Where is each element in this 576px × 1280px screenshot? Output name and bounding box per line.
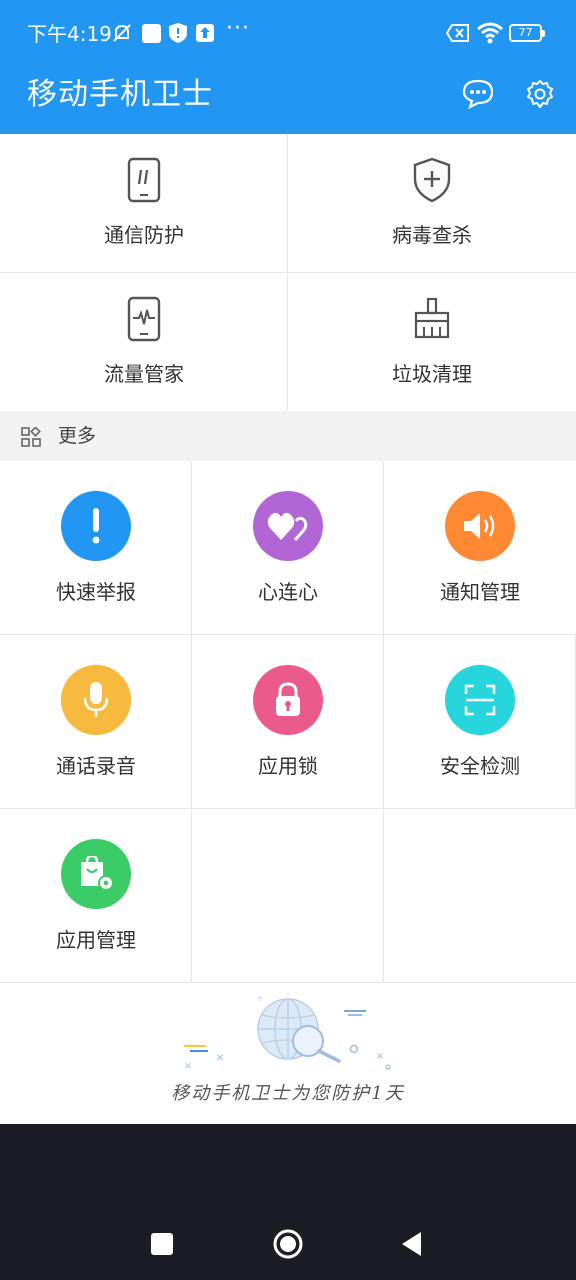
battery-indicator: 77 [509,24,545,42]
shield-alert-icon [168,22,188,44]
exclamation-icon [61,491,131,561]
svg-text:✕: ✕ [184,1062,192,1072]
lock-icon [253,665,323,735]
feature-virus-scan[interactable]: 病毒查杀 [288,134,576,272]
hearts-icon [253,491,323,561]
settings-gear-icon [527,80,553,108]
tool-security-check[interactable]: 安全检测 [384,635,576,809]
divider [0,634,576,635]
feature-label: 通信防护 [104,223,184,247]
divider [191,461,192,983]
phone-pulse-icon [120,295,168,343]
circle-home-icon [273,1229,303,1259]
globe-magnifier-illustration: ✕ ✕ ✕ + [184,993,391,1072]
status-time: 下午4:19 [27,22,112,46]
tool-label: 应用锁 [258,754,318,778]
wifi-icon [476,22,504,44]
back-button[interactable] [392,1224,432,1264]
grid-apps-icon [21,426,41,447]
tool-call-recording[interactable]: 通话录音 [0,635,192,809]
protection-banner: ✕ ✕ ✕ + 移动手机卫士为您防护1天 [0,983,576,1124]
feature-label: 垃圾清理 [392,362,472,386]
feature-label: 病毒查杀 [392,223,472,247]
feature-label: 流量管家 [104,362,184,386]
tools-grid: 快速举报 心连心 通知管理 通话录音 应用锁 安全检测 应用管理 [0,461,576,983]
phone-shield-icon [120,156,168,204]
upload-icon [195,22,215,44]
broom-icon [408,295,456,343]
status-bar: 下午4:19 ··· 77 [0,0,576,68]
tool-app-manager[interactable]: 应用管理 [0,809,192,983]
message-button[interactable] [460,76,496,112]
tool-label: 通知管理 [440,580,520,604]
svg-text:+: + [256,993,264,1004]
scan-icon [445,665,515,735]
sim-none-icon [446,22,470,44]
more-notifications-icon: ··· [226,16,250,41]
app-title: 移动手机卫士 [27,77,213,112]
settings-button[interactable] [522,76,558,112]
mute-bell-icon [110,22,134,44]
tool-heart-to-heart[interactable]: 心连心 [192,461,384,635]
feature-junk-clean[interactable]: 垃圾清理 [288,273,576,411]
speaker-icon [445,491,515,561]
tool-app-lock[interactable]: 应用锁 [192,635,384,809]
triangle-back-icon [402,1232,421,1256]
recents-button[interactable] [142,1224,182,1264]
protection-slogan: 移动手机卫士为您防护1天 [171,1083,405,1104]
shield-plus-icon [408,156,456,204]
svg-text:✕: ✕ [216,1053,224,1064]
message-icon [462,79,494,109]
divider [0,808,576,809]
feature-communication-protection[interactable]: 通信防护 [0,134,288,272]
app-manage-icon [61,839,131,909]
tool-notification-manager[interactable]: 通知管理 [384,461,576,635]
app-header: 下午4:19 ··· 77 移动手机卫士 [0,0,576,134]
home-button[interactable] [268,1224,308,1264]
microphone-icon [61,665,131,735]
svg-text:✕: ✕ [376,1052,384,1062]
tool-quick-report[interactable]: 快速举报 [0,461,192,635]
divider [0,272,576,273]
more-section-header: 更多 [0,411,576,461]
tool-label: 通话录音 [56,754,136,778]
tool-label: 快速举报 [56,580,136,604]
tool-label: 安全检测 [440,754,520,778]
square-recents-icon [151,1233,173,1255]
feature-data-manager[interactable]: 流量管家 [0,273,288,411]
tool-label: 心连心 [258,580,318,604]
tool-label: 应用管理 [56,928,136,952]
feature-grid: 通信防护 病毒查杀 流量管家 垃圾清理 [0,134,576,411]
divider [383,461,384,983]
more-label: 更多 [58,425,97,447]
square-notification-icon [141,22,161,44]
system-navigation-bar [0,1124,576,1280]
